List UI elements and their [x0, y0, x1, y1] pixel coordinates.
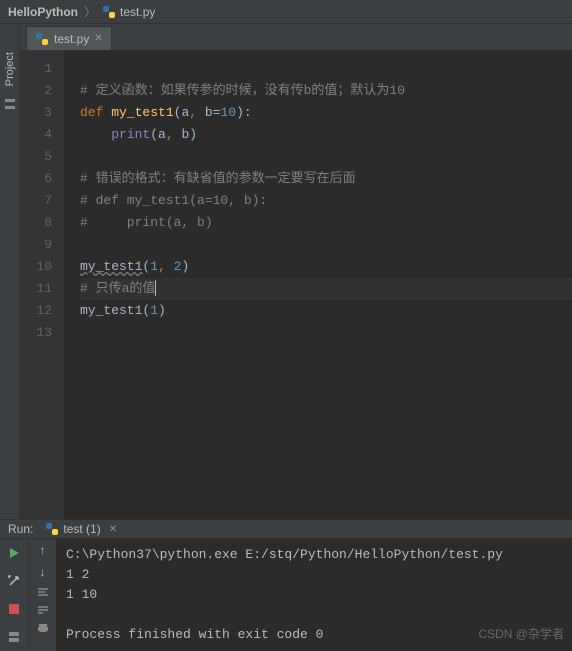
- settings-button[interactable]: [4, 571, 24, 591]
- editor-container: test.py ✕ 12345678910111213 # 定义函数：如果传参的…: [20, 24, 572, 519]
- layout-button[interactable]: [4, 627, 24, 647]
- python-file-icon: [102, 5, 116, 19]
- structure-icon[interactable]: [2, 96, 18, 112]
- editor-tabs: test.py ✕: [20, 24, 572, 50]
- main-area: Project test.py ✕ 12345678910111213 # 定义…: [0, 24, 572, 519]
- line-number: 10: [20, 256, 52, 278]
- soft-wrap-button[interactable]: [37, 587, 49, 597]
- line-number: 4: [20, 124, 52, 146]
- line-number: 11: [20, 278, 52, 300]
- line-number: 8: [20, 212, 52, 234]
- project-tool-button[interactable]: Project: [4, 48, 16, 90]
- code-line[interactable]: # 只传a的值: [80, 278, 572, 300]
- left-sidebar: Project: [0, 24, 20, 519]
- line-number: 1: [20, 58, 52, 80]
- line-number: 3: [20, 102, 52, 124]
- rerun-button[interactable]: [4, 543, 24, 563]
- close-run-tab-icon[interactable]: ✕: [109, 524, 117, 535]
- code-editor[interactable]: 12345678910111213 # 定义函数：如果传参的时候，没有传b的值；…: [20, 50, 572, 519]
- run-label: Run:: [8, 522, 33, 536]
- run-toolbar-primary: [0, 539, 28, 651]
- line-number: 13: [20, 322, 52, 344]
- console-line: 1 10: [66, 585, 562, 605]
- line-number: 9: [20, 234, 52, 256]
- code-line[interactable]: [80, 146, 572, 168]
- run-tab-label: test (1): [63, 522, 100, 536]
- code-line[interactable]: print(a, b): [80, 124, 572, 146]
- editor-tab[interactable]: test.py ✕: [26, 26, 112, 50]
- text-cursor: [155, 280, 156, 296]
- code-line[interactable]: def my_test1(a, b=10):: [80, 102, 572, 124]
- run-header: Run: test (1) ✕: [0, 520, 572, 539]
- line-number: 12: [20, 300, 52, 322]
- up-button[interactable]: ↑: [40, 543, 46, 557]
- code-line[interactable]: # 错误的格式：有缺省值的参数一定要写在后面: [80, 168, 572, 190]
- code-line[interactable]: [80, 58, 572, 80]
- print-button[interactable]: [37, 623, 49, 633]
- code-area[interactable]: # 定义函数：如果传参的时候，没有传b的值；默认为10def my_test1(…: [64, 50, 572, 519]
- code-line[interactable]: # def my_test1(a=10, b):: [80, 190, 572, 212]
- breadcrumb-project[interactable]: HelloPython: [8, 5, 78, 19]
- breadcrumb-sep: 〉: [82, 3, 98, 20]
- scroll-button[interactable]: [37, 605, 49, 615]
- line-number: 7: [20, 190, 52, 212]
- breadcrumb-file-label: test.py: [120, 5, 155, 19]
- code-line[interactable]: [80, 234, 572, 256]
- code-line[interactable]: # 定义函数：如果传参的时候，没有传b的值；默认为10: [80, 80, 572, 102]
- run-toolbar-secondary: ↑ ↓: [28, 539, 56, 651]
- close-tab-icon[interactable]: ✕: [94, 33, 102, 44]
- gutter: 12345678910111213: [20, 50, 64, 519]
- code-line[interactable]: my_test1(1, 2): [80, 256, 572, 278]
- down-button[interactable]: ↓: [40, 565, 46, 579]
- console-line: 1 2: [66, 565, 562, 585]
- console-line: [66, 605, 562, 625]
- breadcrumb-file[interactable]: test.py: [102, 5, 155, 19]
- python-file-icon: [35, 32, 49, 46]
- console-line: C:\Python37\python.exe E:/stq/Python/Hel…: [66, 545, 562, 565]
- stop-button[interactable]: [4, 599, 24, 619]
- watermark: CSDN @杂学者: [478, 625, 564, 642]
- code-line[interactable]: # print(a, b): [80, 212, 572, 234]
- line-number: 6: [20, 168, 52, 190]
- code-line[interactable]: my_test1(1): [80, 300, 572, 322]
- code-line[interactable]: [80, 322, 572, 344]
- run-tab[interactable]: test (1) ✕: [39, 520, 123, 538]
- breadcrumb: HelloPython 〉 test.py: [0, 0, 572, 24]
- line-number: 2: [20, 80, 52, 102]
- python-file-icon: [45, 522, 59, 536]
- editor-tab-label: test.py: [54, 32, 89, 46]
- line-number: 5: [20, 146, 52, 168]
